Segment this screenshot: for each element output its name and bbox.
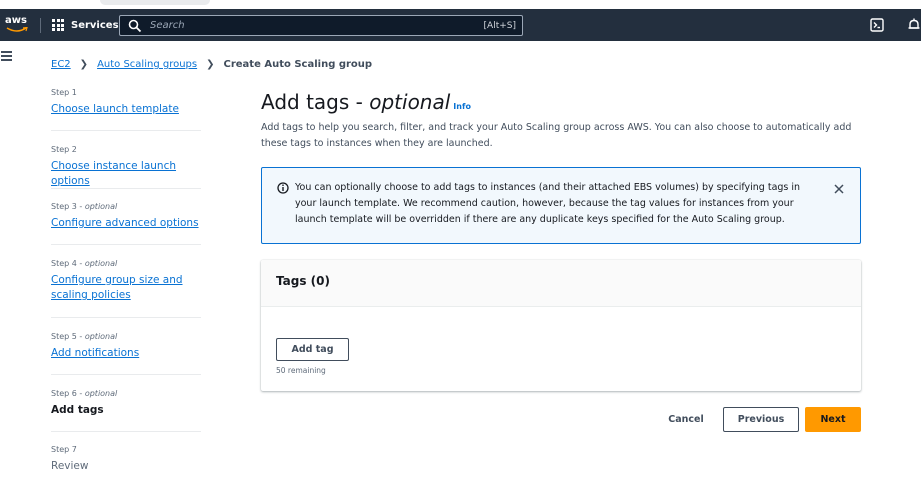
alert-text: You can optionally choose to add tags to…: [295, 182, 801, 225]
search-shortcut: [Alt+S]: [483, 20, 516, 31]
step-divider: [51, 188, 201, 189]
page-description: Add tags to help you search, filter, and…: [261, 122, 852, 149]
step-number: Step 5 - optional: [51, 332, 118, 341]
search-input[interactable]: Search [Alt+S]: [119, 15, 523, 36]
step-number: Step 6 - optional: [51, 389, 118, 398]
previous-button[interactable]: Previous: [723, 407, 799, 432]
step-divider: [51, 431, 201, 432]
step-number: Step 3 - optional: [51, 202, 118, 211]
step-divider: [51, 374, 201, 375]
aws-logo[interactable]: aws: [5, 15, 31, 35]
tags-remaining: 50 remaining: [276, 366, 326, 375]
step-review: Review: [51, 460, 89, 472]
tags-container: Tags (0) Add tag 50 remaining: [261, 260, 861, 391]
breadcrumb-current: Create Auto Scaling group: [223, 59, 373, 70]
chevron-right-icon: ❯: [206, 59, 215, 70]
next-button[interactable]: Next: [805, 407, 861, 432]
step-divider: [51, 244, 201, 245]
step-number: Step 2: [51, 145, 77, 154]
chevron-right-icon: ❯: [79, 59, 89, 70]
step-divider: [51, 317, 201, 318]
info-link[interactable]: Info: [453, 102, 471, 111]
step-3: Step 3 - optional Configure advanced opt…: [51, 202, 201, 231]
step-5: Step 5 - optional Add notifications: [51, 332, 201, 361]
cancel-button[interactable]: Cancel: [658, 407, 714, 432]
notifications-button[interactable]: [906, 17, 921, 33]
tags-heading: Tags (0): [276, 274, 330, 288]
info-icon: [277, 182, 289, 194]
info-alert: You can optionally choose to add tags to…: [261, 167, 861, 244]
aws-logo-text: aws: [5, 15, 27, 26]
step-7: Step 7 Review: [51, 445, 201, 474]
page-title: Add tags - optional Info: [261, 90, 471, 114]
step-link-configure-advanced-options[interactable]: Configure advanced options: [51, 216, 201, 231]
cloudshell-button[interactable]: [869, 17, 885, 33]
notifications-bell-icon: [908, 18, 920, 29]
browser-tab[interactable]: [100, 0, 210, 5]
browser-tab-strip: [0, 0, 921, 9]
step-number: Step 7: [51, 445, 77, 454]
step-divider: [51, 130, 201, 131]
step-1: Step 1 Choose launch template: [51, 88, 201, 117]
step-link-choose-instance-launch-options[interactable]: Choose instance launch options: [51, 159, 201, 189]
nav-divider: [40, 18, 41, 33]
breadcrumb: EC2 ❯ Auto Scaling groups ❯ Create Auto …: [51, 59, 372, 70]
menu-icon[interactable]: [1, 51, 12, 61]
step-2: Step 2 Choose instance launch options: [51, 145, 201, 189]
top-navigation: aws Services Search [Alt+S]: [0, 9, 921, 41]
tags-header: Tags (0): [261, 260, 861, 307]
breadcrumb-auto-scaling-groups[interactable]: Auto Scaling groups: [97, 59, 197, 70]
services-label: Services: [71, 19, 119, 31]
step-link-add-notifications[interactable]: Add notifications: [51, 346, 201, 361]
step-6: Step 6 - optional Add tags: [51, 389, 201, 418]
cloudshell-icon: [870, 18, 884, 32]
step-link-configure-group-size[interactable]: Configure group size and scaling policie…: [51, 273, 201, 303]
breadcrumb-ec2[interactable]: EC2: [51, 59, 71, 70]
services-grid-icon: [52, 19, 64, 31]
close-icon[interactable]: [833, 183, 845, 195]
step-number: Step 1: [51, 88, 77, 97]
add-tag-button[interactable]: Add tag: [276, 338, 349, 361]
step-4: Step 4 - optional Configure group size a…: [51, 259, 201, 303]
step-number: Step 4 - optional: [51, 259, 118, 268]
step-link-choose-launch-template[interactable]: Choose launch template: [51, 102, 201, 117]
search-icon: [128, 19, 142, 32]
step-current-add-tags: Add tags: [51, 404, 104, 416]
search-placeholder: Search: [150, 20, 185, 31]
aws-smile-icon: [6, 27, 28, 32]
services-menu-button[interactable]: Services: [52, 17, 119, 33]
